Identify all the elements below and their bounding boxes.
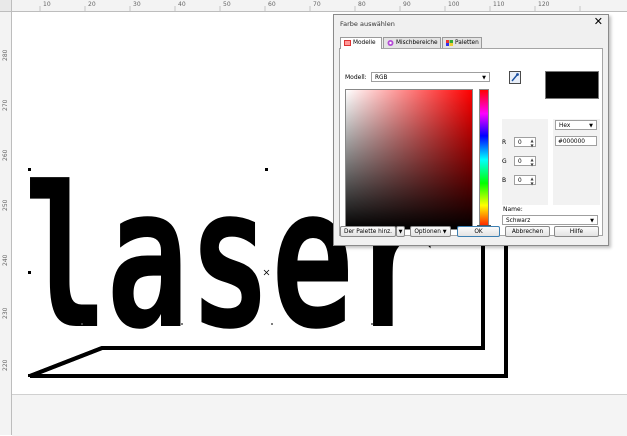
tab-models-label: Modelle xyxy=(353,40,376,46)
component-value-b: 0 xyxy=(518,178,522,184)
palettes-icon xyxy=(446,40,453,46)
chevron-down-icon: ▼ xyxy=(590,218,594,224)
add-to-palette-button[interactable]: Der Palette hinz. xyxy=(340,226,396,237)
color-saturation-field[interactable] xyxy=(345,89,473,230)
spinner-arrows-icon[interactable]: ▲ ▼ xyxy=(530,157,534,167)
options-label: Optionen xyxy=(414,229,441,235)
component-input-b[interactable]: 0 ▲ ▼ xyxy=(514,175,536,186)
rgb-components-box: R 0 ▲ ▼ G 0 ▲ ▼ B 0 ▲ ▼ xyxy=(502,119,548,205)
chevron-down-icon: ▼ xyxy=(482,75,486,81)
ok-button[interactable]: OK xyxy=(457,226,500,237)
color-picker-dialog[interactable]: Farbe auswählen ✕ Modelle Mischbereiche … xyxy=(333,14,609,246)
component-value-r: 0 xyxy=(518,140,522,146)
spinner-arrows-icon[interactable]: ▲ ▼ xyxy=(530,138,534,148)
component-input-g[interactable]: 0 ▲ ▼ xyxy=(514,156,536,167)
close-icon[interactable]: ✕ xyxy=(594,16,603,28)
chevron-down-icon: ▼ xyxy=(398,229,403,235)
hue-slider[interactable] xyxy=(479,89,489,230)
help-button[interactable]: Hilfe xyxy=(554,226,599,237)
model-select[interactable]: RGB ▼ xyxy=(371,72,490,82)
ruler-origin-corner[interactable] xyxy=(0,0,12,12)
color-name-select[interactable]: Schwarz ▼ xyxy=(502,215,598,225)
component-input-r[interactable]: 0 ▲ ▼ xyxy=(514,137,536,148)
spinner-arrows-icon[interactable]: ▲ ▼ xyxy=(530,176,534,186)
cancel-button[interactable]: Abbrechen xyxy=(505,226,550,237)
models-icon xyxy=(344,40,351,46)
hex-box xyxy=(553,119,600,205)
component-label-b: B xyxy=(502,177,507,184)
eyedropper-icon xyxy=(511,73,519,82)
tab-palettes-label: Paletten xyxy=(455,40,479,46)
models-pane: Modell: RGB ▼ R 0 ▲ ▼ G 0 ▲ ▼ B 0 ▲ ▼ He… xyxy=(339,48,603,236)
chevron-down-icon: ▼ xyxy=(442,229,447,235)
component-label-r: R xyxy=(502,139,507,146)
chevron-down-icon: ▼ xyxy=(589,123,593,129)
mixers-icon xyxy=(387,40,394,46)
color-name-value: Schwarz xyxy=(506,218,531,224)
name-label: Name: xyxy=(503,206,523,213)
component-label-g: G xyxy=(502,158,507,165)
help-label: Hilfe xyxy=(569,229,584,235)
add-to-palette-dropdown[interactable]: ▼ xyxy=(396,226,405,237)
format-select-value: Hex xyxy=(559,123,571,129)
eyedropper-button[interactable] xyxy=(509,71,521,84)
tab-models[interactable]: Modelle xyxy=(340,37,382,49)
cancel-label: Abbrechen xyxy=(511,229,544,235)
tab-palettes[interactable]: Paletten xyxy=(442,37,482,48)
component-value-g: 0 xyxy=(518,159,522,165)
format-select[interactable]: Hex ▼ xyxy=(555,120,597,130)
model-select-value: RGB xyxy=(375,75,388,81)
model-label: Modell: xyxy=(345,74,367,81)
options-button[interactable]: Optionen ▼ xyxy=(410,226,451,237)
hex-input[interactable]: #000000 xyxy=(555,136,597,146)
tab-mixers[interactable]: Mischbereiche xyxy=(383,37,441,48)
tab-mixers-label: Mischbereiche xyxy=(396,40,438,46)
ok-label: OK xyxy=(474,229,483,235)
add-to-palette-label: Der Palette hinz. xyxy=(343,229,393,235)
current-color-swatch xyxy=(545,71,599,99)
dialog-title: Farbe auswählen xyxy=(340,20,395,28)
